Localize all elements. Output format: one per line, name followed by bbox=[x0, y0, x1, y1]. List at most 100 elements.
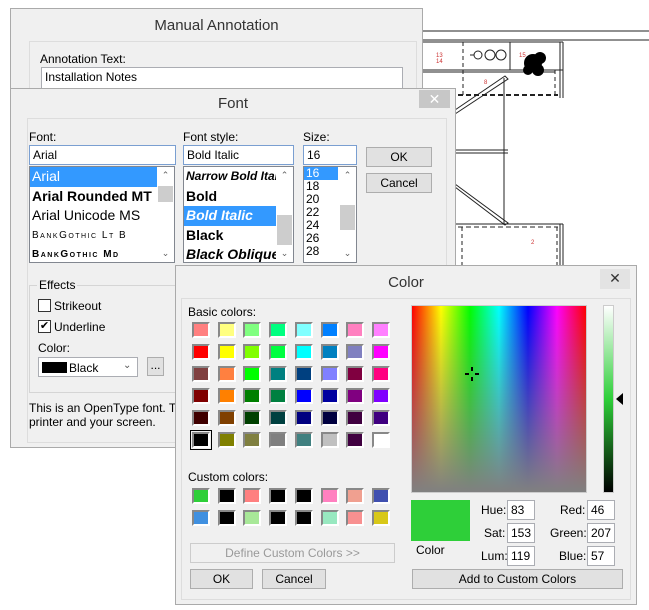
style-item[interactable]: Bold Italic bbox=[184, 206, 276, 226]
color-swatch[interactable] bbox=[320, 488, 339, 504]
color-swatch[interactable] bbox=[243, 510, 262, 526]
ok-button[interactable]: OK bbox=[190, 569, 253, 589]
color-swatch[interactable] bbox=[243, 488, 262, 504]
color-swatch[interactable] bbox=[269, 488, 288, 504]
size-list[interactable]: 16 18 20 22 24 26 28 ⌃ ⌄ bbox=[303, 166, 357, 263]
ok-button[interactable]: OK bbox=[366, 147, 432, 167]
color-swatch[interactable] bbox=[320, 322, 339, 338]
color-swatch[interactable] bbox=[217, 432, 236, 448]
color-swatch[interactable] bbox=[294, 388, 313, 404]
color-swatch[interactable] bbox=[217, 366, 236, 382]
color-swatch[interactable] bbox=[371, 510, 390, 526]
color-spectrum[interactable] bbox=[411, 305, 587, 493]
color-swatch[interactable] bbox=[217, 388, 236, 404]
cancel-button[interactable]: Cancel bbox=[366, 173, 432, 193]
color-swatch[interactable] bbox=[346, 510, 365, 526]
color-swatch[interactable] bbox=[243, 388, 262, 404]
color-swatch[interactable] bbox=[294, 366, 313, 382]
underline-checkbox[interactable]: ✔ bbox=[38, 320, 51, 333]
color-swatch[interactable] bbox=[243, 432, 262, 448]
font-style-list[interactable]: Narrow Bold Italic Bold Bold Italic Blac… bbox=[183, 166, 294, 263]
color-swatch[interactable] bbox=[294, 488, 313, 504]
color-swatch[interactable] bbox=[192, 344, 210, 360]
color-swatch[interactable] bbox=[294, 410, 313, 426]
red-input[interactable]: 46 bbox=[587, 500, 615, 520]
color-swatch[interactable] bbox=[217, 344, 236, 360]
font-style-input[interactable]: Bold Italic bbox=[183, 145, 294, 165]
color-swatch[interactable] bbox=[217, 510, 236, 526]
more-colors-button[interactable]: ... bbox=[147, 357, 164, 376]
font-item[interactable]: Arial bbox=[30, 167, 158, 187]
define-custom-colors-button[interactable]: Define Custom Colors >> bbox=[190, 543, 395, 563]
color-swatch[interactable] bbox=[243, 322, 262, 338]
color-swatch[interactable] bbox=[346, 432, 365, 448]
color-swatch[interactable] bbox=[243, 344, 262, 360]
font-input[interactable]: Arial bbox=[29, 145, 176, 165]
color-swatch[interactable] bbox=[190, 430, 212, 450]
font-list[interactable]: Arial Arial Rounded MT Arial Unicode MS … bbox=[29, 166, 175, 263]
annotation-text-input[interactable]: Installation Notes bbox=[41, 67, 403, 89]
color-swatch[interactable] bbox=[371, 410, 390, 426]
color-swatch[interactable] bbox=[192, 366, 210, 382]
scrollbar[interactable]: ⌃ ⌄ bbox=[157, 167, 174, 262]
color-swatch[interactable] bbox=[346, 488, 365, 504]
color-swatch[interactable] bbox=[320, 344, 339, 360]
style-item[interactable]: Black Oblique bbox=[184, 245, 276, 262]
font-item[interactable]: BankGothic Lt B bbox=[30, 226, 174, 246]
font-item[interactable]: Arial Rounded MT bbox=[30, 187, 174, 207]
color-swatch[interactable] bbox=[192, 410, 210, 426]
color-swatch[interactable] bbox=[294, 432, 313, 448]
color-swatch[interactable] bbox=[320, 510, 339, 526]
color-swatch[interactable] bbox=[192, 510, 210, 526]
color-swatch[interactable] bbox=[371, 344, 390, 360]
green-input[interactable]: 207 bbox=[587, 523, 615, 543]
hue-input[interactable]: 83 bbox=[507, 500, 535, 520]
color-swatch[interactable] bbox=[320, 366, 339, 382]
strikeout-checkbox[interactable] bbox=[38, 299, 51, 312]
color-swatch[interactable] bbox=[371, 366, 390, 382]
luminosity-arrow-icon[interactable] bbox=[616, 393, 623, 405]
color-swatch[interactable] bbox=[192, 488, 210, 504]
color-swatch[interactable] bbox=[320, 388, 339, 404]
color-swatch[interactable] bbox=[269, 322, 288, 338]
color-swatch[interactable] bbox=[269, 510, 288, 526]
scrollbar[interactable]: ⌃ ⌄ bbox=[276, 167, 293, 262]
color-swatch[interactable] bbox=[269, 432, 288, 448]
color-swatch[interactable] bbox=[217, 488, 236, 504]
color-combobox[interactable]: Black ⌄ bbox=[38, 357, 138, 377]
color-swatch[interactable] bbox=[269, 410, 288, 426]
size-item[interactable]: 16 bbox=[304, 167, 338, 180]
color-swatch[interactable] bbox=[346, 388, 365, 404]
close-icon[interactable]: ✕ bbox=[600, 269, 630, 289]
color-swatch[interactable] bbox=[217, 322, 236, 338]
crosshair-icon[interactable] bbox=[465, 367, 480, 382]
cancel-button[interactable]: Cancel bbox=[262, 569, 326, 589]
color-swatch[interactable] bbox=[320, 432, 339, 448]
color-swatch[interactable] bbox=[192, 388, 210, 404]
lum-input[interactable]: 119 bbox=[507, 546, 535, 566]
color-swatch[interactable] bbox=[243, 410, 262, 426]
color-swatch[interactable] bbox=[217, 410, 236, 426]
color-swatch[interactable] bbox=[269, 366, 288, 382]
color-swatch[interactable] bbox=[346, 322, 365, 338]
font-item[interactable]: Arial Unicode MS bbox=[30, 206, 174, 226]
color-swatch[interactable] bbox=[346, 366, 365, 382]
close-icon[interactable]: ✕ bbox=[419, 90, 450, 108]
color-swatch[interactable] bbox=[192, 322, 210, 338]
color-swatch[interactable] bbox=[371, 432, 390, 448]
color-swatch[interactable] bbox=[294, 510, 313, 526]
font-item[interactable]: BankGothic Md bbox=[30, 245, 174, 262]
sat-input[interactable]: 153 bbox=[507, 523, 535, 543]
style-item[interactable]: Narrow Bold Italic bbox=[184, 167, 276, 187]
color-swatch[interactable] bbox=[346, 410, 365, 426]
color-swatch[interactable] bbox=[269, 388, 288, 404]
add-to-custom-colors-button[interactable]: Add to Custom Colors bbox=[412, 569, 623, 589]
luminosity-bar[interactable] bbox=[603, 305, 614, 493]
color-swatch[interactable] bbox=[371, 388, 390, 404]
color-swatch[interactable] bbox=[294, 322, 313, 338]
color-swatch[interactable] bbox=[371, 322, 390, 338]
size-input[interactable]: 16 bbox=[303, 145, 357, 165]
scrollbar[interactable]: ⌃ ⌄ bbox=[339, 167, 356, 262]
color-swatch[interactable] bbox=[243, 366, 262, 382]
color-swatch[interactable] bbox=[371, 488, 390, 504]
